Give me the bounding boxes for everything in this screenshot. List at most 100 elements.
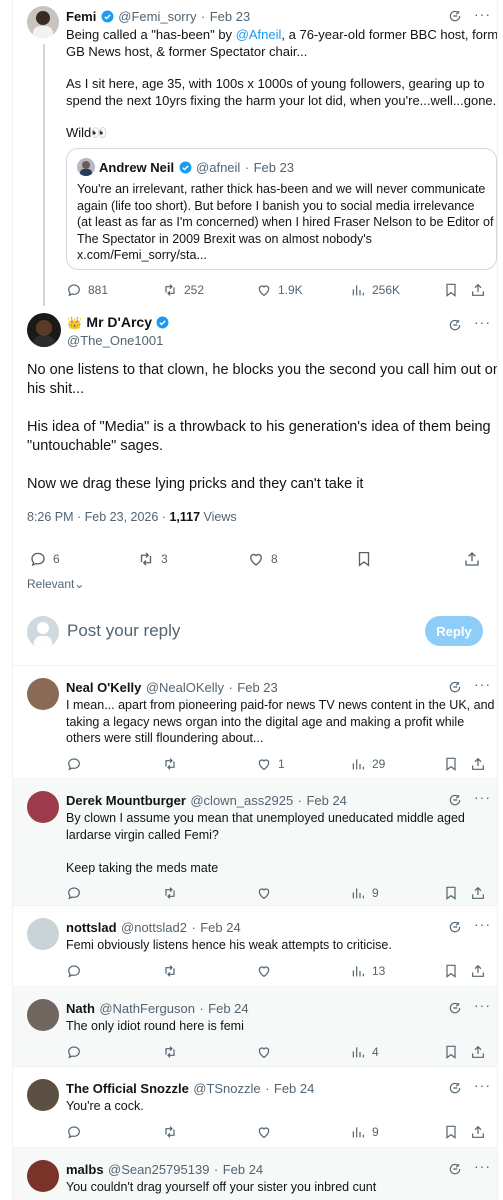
grok-icon[interactable] bbox=[448, 9, 462, 23]
reply-row[interactable]: nottslad @nottslad2 · Feb 24 ··· Femi ob… bbox=[13, 906, 497, 987]
reply-author-name[interactable]: nottslad bbox=[66, 920, 117, 935]
author-handle[interactable]: @Femi_sorry bbox=[118, 9, 196, 24]
reply-button[interactable] bbox=[66, 756, 88, 772]
grok-icon[interactable] bbox=[448, 1162, 462, 1176]
reply-avatar[interactable] bbox=[27, 999, 59, 1031]
more-icon[interactable]: ··· bbox=[474, 676, 491, 692]
more-icon[interactable]: ··· bbox=[474, 789, 491, 805]
reply-time[interactable]: Feb 24 bbox=[306, 793, 346, 808]
share-button[interactable] bbox=[470, 1124, 486, 1140]
reply-button[interactable] bbox=[66, 885, 88, 901]
reply-author-name[interactable]: Derek Mountburger bbox=[66, 793, 186, 808]
quoted-tweet[interactable]: Andrew Neil @afneil · Feb 23 You're an i… bbox=[66, 148, 497, 270]
reply-author-name[interactable]: Nath bbox=[66, 1001, 95, 1016]
mr-darcy-avatar[interactable] bbox=[27, 313, 61, 347]
grok-icon[interactable] bbox=[448, 318, 462, 332]
reply-row[interactable]: Derek Mountburger @clown_ass2925 · Feb 2… bbox=[13, 779, 497, 906]
reply-button[interactable] bbox=[66, 1124, 88, 1140]
views-button[interactable]: 9 bbox=[350, 1124, 379, 1140]
author-name[interactable]: Femi bbox=[66, 9, 96, 24]
reply-avatar[interactable] bbox=[27, 1079, 59, 1111]
repost-button[interactable] bbox=[162, 1044, 184, 1060]
reply-time[interactable]: Feb 24 bbox=[200, 920, 240, 935]
share-button[interactable] bbox=[470, 756, 486, 772]
reply-time[interactable]: Feb 24 bbox=[274, 1081, 314, 1096]
grok-icon[interactable] bbox=[448, 1081, 462, 1095]
like-button[interactable] bbox=[256, 1044, 278, 1060]
author-name[interactable]: Mr D'Arcy bbox=[86, 314, 152, 330]
reply-author-name[interactable]: The Official Snozzle bbox=[66, 1081, 189, 1096]
bookmark-button[interactable] bbox=[443, 1124, 459, 1140]
reply-row[interactable]: malbs @Sean25795139 · Feb 24 ··· You cou… bbox=[13, 1148, 497, 1200]
views-button[interactable]: 256K bbox=[350, 282, 400, 298]
reply-input[interactable]: Post your reply bbox=[67, 621, 180, 641]
reply-time[interactable]: Feb 24 bbox=[208, 1001, 248, 1016]
share-button[interactable] bbox=[470, 885, 486, 901]
views-button[interactable]: 13 bbox=[350, 963, 385, 979]
repost-button[interactable]: 3 bbox=[137, 550, 168, 568]
reply-avatar[interactable] bbox=[27, 918, 59, 950]
reply-avatar[interactable] bbox=[27, 791, 59, 823]
repost-button[interactable]: 252 bbox=[162, 282, 204, 298]
bookmark-button[interactable] bbox=[355, 550, 373, 568]
more-icon[interactable]: ··· bbox=[474, 1077, 491, 1093]
more-icon[interactable]: ··· bbox=[474, 6, 491, 22]
like-button[interactable]: 1.9K bbox=[256, 282, 303, 298]
reply-row[interactable]: Neal O'Kelly @NealOKelly · Feb 23 ··· I … bbox=[13, 666, 497, 779]
reply-row[interactable]: The Official Snozzle @TSnozzle · Feb 24 … bbox=[13, 1067, 497, 1148]
grok-icon[interactable] bbox=[448, 680, 462, 694]
reply-button[interactable]: 881 bbox=[66, 282, 108, 298]
author-handle[interactable]: @The_One1001 bbox=[67, 333, 163, 348]
reply-author-handle[interactable]: @TSnozzle bbox=[193, 1081, 260, 1096]
reply-author-handle[interactable]: @nottslad2 bbox=[121, 920, 187, 935]
reply-author-name[interactable]: Neal O'Kelly bbox=[66, 680, 141, 695]
mention-link[interactable]: @Afneil bbox=[236, 27, 282, 42]
views-button[interactable]: 9 bbox=[350, 885, 379, 901]
reply-submit-button[interactable]: Reply bbox=[425, 616, 483, 646]
relevant-sort-dropdown[interactable]: Relevant⌄ bbox=[27, 577, 84, 591]
femi-avatar[interactable] bbox=[27, 6, 59, 38]
share-button[interactable] bbox=[470, 282, 486, 298]
views-button[interactable]: 4 bbox=[350, 1044, 379, 1060]
reply-author-handle[interactable]: @clown_ass2925 bbox=[190, 793, 293, 808]
like-button[interactable] bbox=[256, 963, 278, 979]
repost-button[interactable] bbox=[162, 885, 184, 901]
like-button[interactable] bbox=[256, 885, 278, 901]
share-button[interactable] bbox=[463, 550, 481, 568]
like-button[interactable]: 1 bbox=[256, 756, 285, 772]
bookmark-button[interactable] bbox=[443, 756, 459, 772]
repost-button[interactable] bbox=[162, 756, 184, 772]
reply-author-name[interactable]: malbs bbox=[66, 1162, 104, 1177]
grok-icon[interactable] bbox=[448, 920, 462, 934]
reply-author-handle[interactable]: @NathFerguson bbox=[99, 1001, 195, 1016]
bookmark-button[interactable] bbox=[443, 282, 459, 298]
bookmark-button[interactable] bbox=[443, 1044, 459, 1060]
reply-avatar[interactable] bbox=[27, 1160, 59, 1192]
like-button[interactable] bbox=[256, 1124, 278, 1140]
like-icon bbox=[256, 282, 272, 298]
reply-time[interactable]: Feb 24 bbox=[223, 1162, 263, 1177]
repost-button[interactable] bbox=[162, 1124, 184, 1140]
like-button[interactable]: 8 bbox=[247, 550, 278, 568]
more-icon[interactable]: ··· bbox=[474, 314, 491, 330]
more-icon[interactable]: ··· bbox=[474, 916, 491, 932]
reply-button[interactable] bbox=[66, 1044, 88, 1060]
reply-author-handle[interactable]: @NealOKelly bbox=[146, 680, 224, 695]
share-button[interactable] bbox=[470, 963, 486, 979]
tweet-time[interactable]: Feb 23 bbox=[210, 9, 250, 24]
reply-button[interactable] bbox=[66, 963, 88, 979]
reply-button[interactable]: 6 bbox=[29, 550, 60, 568]
reply-avatar[interactable] bbox=[27, 678, 59, 710]
reply-row[interactable]: Nath @NathFerguson · Feb 24 ··· The only… bbox=[13, 987, 497, 1067]
repost-button[interactable] bbox=[162, 963, 184, 979]
bookmark-button[interactable] bbox=[443, 885, 459, 901]
grok-icon[interactable] bbox=[448, 793, 462, 807]
reply-time[interactable]: Feb 23 bbox=[237, 680, 277, 695]
grok-icon[interactable] bbox=[448, 1001, 462, 1015]
reply-author-handle[interactable]: @Sean25795139 bbox=[108, 1162, 209, 1177]
more-icon[interactable]: ··· bbox=[474, 1158, 491, 1174]
more-icon[interactable]: ··· bbox=[474, 997, 491, 1013]
views-button[interactable]: 29 bbox=[350, 756, 385, 772]
share-button[interactable] bbox=[470, 1044, 486, 1060]
bookmark-button[interactable] bbox=[443, 963, 459, 979]
